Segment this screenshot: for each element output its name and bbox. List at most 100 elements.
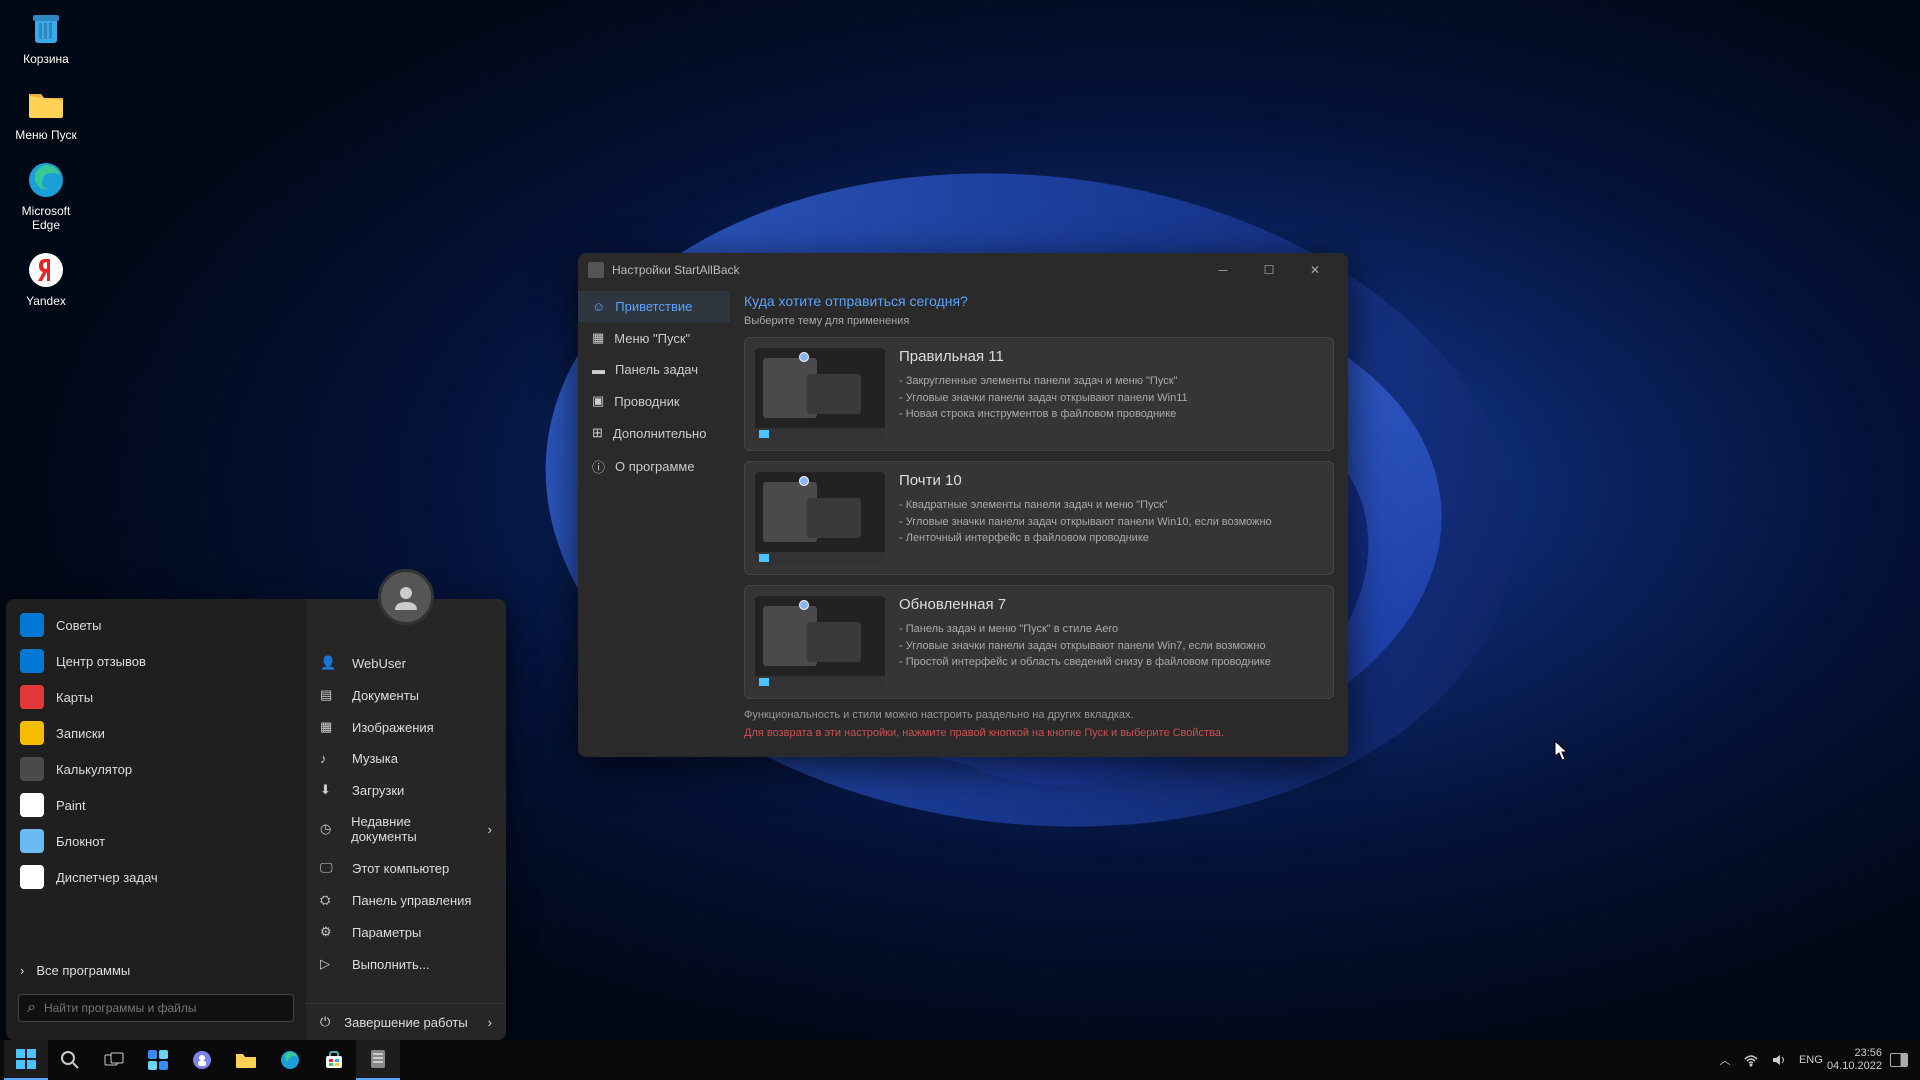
theme-description: - Закругленные элементы панели задач и м…	[899, 373, 1323, 423]
settings-nav-4[interactable]: ⊞ Дополнительно	[578, 417, 730, 449]
start-menu-app-4[interactable]: Калькулятор	[6, 751, 306, 787]
theme-card-2[interactable]: Обновленная 7 - Панель задач и меню "Пус…	[744, 585, 1334, 699]
start-menu-place-9[interactable]: ▷ Выполнить...	[306, 948, 506, 980]
system-tray: ︿ ENG 23:56 04.10.2022	[1715, 1047, 1916, 1073]
user-avatar[interactable]	[378, 569, 434, 625]
desktop-icon-label: Microsoft Edge	[8, 204, 84, 232]
edge-icon	[26, 160, 66, 200]
nav-icon: ▦	[592, 330, 604, 346]
place-label: Загрузки	[352, 783, 404, 798]
start-menu-app-2[interactable]: Карты	[6, 679, 306, 715]
mouse-cursor	[1554, 740, 1570, 762]
search-icon: ⌕	[27, 999, 36, 1017]
settings-nav-2[interactable]: ▬Панель задач	[578, 354, 730, 385]
nav-label: О программе	[615, 459, 695, 474]
startallback-button[interactable]	[356, 1040, 400, 1080]
close-button[interactable]: ✕	[1292, 253, 1338, 287]
start-menu-place-1[interactable]: ▤Документы	[306, 679, 506, 711]
desktop-icon-edge[interactable]: Microsoft Edge	[8, 160, 84, 232]
start-menu-app-0[interactable]: Советы	[6, 607, 306, 643]
clock[interactable]: 23:56 04.10.2022	[1827, 1047, 1882, 1073]
app-label: Центр отзывов	[56, 654, 146, 669]
widgets-button[interactable]	[136, 1040, 180, 1080]
desktop-icons: Корзина Меню Пуск Microsoft Edge Yandex	[8, 8, 84, 308]
start-menu-place-8[interactable]: ⚙Параметры	[306, 916, 506, 948]
run-icon: ▷	[320, 956, 338, 972]
start-menu-place-3[interactable]: ♪Музыка	[306, 743, 506, 774]
desktop-icon-label: Меню Пуск	[15, 128, 77, 142]
nav-label: Проводник	[614, 394, 679, 409]
language-indicator[interactable]: ENG	[1799, 1054, 1819, 1066]
start-menu-place-6[interactable]: 🖵Этот компьютер	[306, 852, 506, 884]
explorer-button[interactable]	[224, 1040, 268, 1080]
teams-button[interactable]	[180, 1040, 224, 1080]
task-view-button[interactable]	[92, 1040, 136, 1080]
nav-icon: ⓘ	[592, 457, 605, 476]
start-search[interactable]: ⌕	[18, 994, 294, 1022]
app-label: Записки	[56, 726, 105, 741]
app-tile-icon	[20, 613, 44, 637]
start-menu-place-7[interactable]: ⛭Панель управления	[306, 884, 506, 916]
network-icon[interactable]	[1743, 1053, 1763, 1067]
pc-icon: 🖵	[320, 860, 338, 876]
download-icon: ⬇	[320, 782, 338, 798]
theme-description: - Панель задач и меню "Пуск" в стиле Aer…	[899, 621, 1323, 671]
clock-time: 23:56	[1827, 1047, 1882, 1060]
theme-card-0[interactable]: Правильная 11 - Закругленные элементы па…	[744, 337, 1334, 451]
start-search-input[interactable]	[44, 1001, 285, 1015]
app-tile-icon	[20, 721, 44, 745]
theme-preview	[755, 472, 885, 564]
settings-sidebar: ☺Приветствие▦Меню "Пуск"▬Панель задач▣Пр…	[578, 287, 730, 757]
settings-nav-0[interactable]: ☺Приветствие	[578, 291, 730, 322]
settings-nav-1[interactable]: ▦Меню "Пуск"	[578, 322, 730, 354]
edge-button[interactable]	[268, 1040, 312, 1080]
start-menu-app-1[interactable]: Центр отзывов	[6, 643, 306, 679]
start-menu: Советы Центр отзывов Карты Записки Калькулят…	[6, 599, 506, 1040]
start-menu-place-2[interactable]: ▦Изображения	[306, 711, 506, 743]
start-menu-app-3[interactable]: Записки	[6, 715, 306, 751]
settings-nav-3[interactable]: ▣Проводник	[578, 385, 730, 417]
nav-label: Дополнительно	[613, 426, 707, 441]
desktop-icon-recycle-bin[interactable]: Корзина	[8, 8, 84, 66]
app-tile-icon	[20, 649, 44, 673]
start-menu-place-5[interactable]: ◷Недавние документы›	[306, 806, 506, 852]
all-programs[interactable]: › Все программы	[6, 955, 306, 986]
start-menu-app-7[interactable]: Диспетчер задач	[6, 859, 306, 895]
start-button[interactable]	[4, 1040, 48, 1080]
volume-icon[interactable]	[1771, 1053, 1791, 1067]
clock-icon: ◷	[320, 821, 337, 837]
theme-card-1[interactable]: Почти 10 - Квадратные элементы панели за…	[744, 461, 1334, 575]
footer-note: Функциональность и стили можно настроить…	[744, 709, 1334, 721]
clock-date: 04.10.2022	[1827, 1060, 1882, 1073]
nav-icon: ☺	[592, 299, 605, 314]
app-tile-icon	[20, 757, 44, 781]
search-button[interactable]	[48, 1040, 92, 1080]
taskbar: ︿ ENG 23:56 04.10.2022	[0, 1040, 1920, 1080]
store-button[interactable]	[312, 1040, 356, 1080]
app-icon	[588, 262, 604, 278]
nav-icon: ⊞	[592, 425, 603, 441]
settings-window: Настройки StartAllBack ─ ☐ ✕ ☺Приветстви…	[578, 253, 1348, 757]
nav-label: Панель задач	[615, 362, 698, 377]
desktop-icon-label: Корзина	[23, 52, 69, 66]
notifications-button[interactable]	[1890, 1053, 1908, 1067]
all-programs-label: Все программы	[36, 963, 130, 978]
settings-nav-5[interactable]: ⓘ О программе	[578, 449, 730, 484]
desktop-icon-start-menu-folder[interactable]: Меню Пуск	[8, 84, 84, 142]
desktop-icon-yandex[interactable]: Yandex	[8, 250, 84, 308]
tray-chevron-icon[interactable]: ︿	[1715, 1052, 1735, 1068]
start-menu-place-0[interactable]: 👤WebUser	[306, 647, 506, 679]
music-icon: ♪	[320, 751, 338, 766]
minimize-button[interactable]: ─	[1200, 253, 1246, 287]
shutdown-button[interactable]: ⏻ Завершение работы ›	[306, 1003, 506, 1040]
start-menu-place-4[interactable]: ⬇ Загрузки	[306, 774, 506, 806]
start-menu-app-5[interactable]: Paint	[6, 787, 306, 823]
titlebar[interactable]: Настройки StartAllBack ─ ☐ ✕	[578, 253, 1348, 287]
content-subheading: Выберите тему для применения	[744, 315, 1334, 327]
place-label: Выполнить...	[352, 957, 430, 972]
doc-icon: ▤	[320, 687, 338, 703]
user-icon: 👤	[320, 655, 338, 671]
start-menu-app-6[interactable]: Блокнот	[6, 823, 306, 859]
maximize-button[interactable]: ☐	[1246, 253, 1292, 287]
theme-preview	[755, 348, 885, 440]
